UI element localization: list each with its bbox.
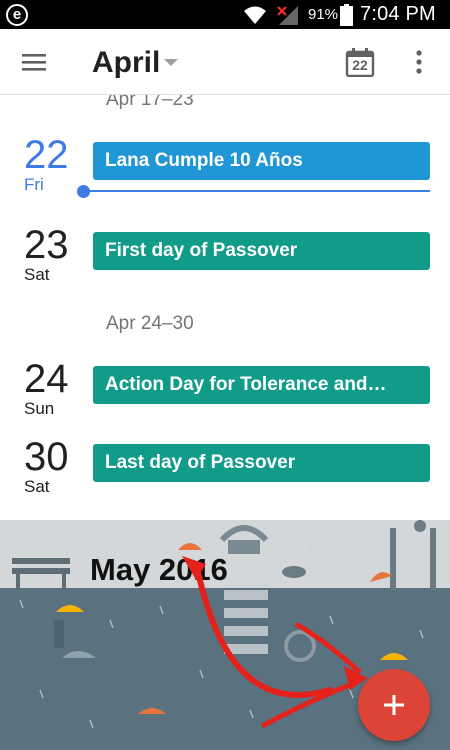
week-header: Apr 17–23 [106,95,194,110]
menu-icon[interactable] [22,53,48,73]
today-button[interactable]: 22 [345,47,375,78]
day-number[interactable]: 23 [24,225,69,265]
wifi-icon [244,6,266,24]
dropdown-caret-icon[interactable] [164,59,178,67]
today-date-number: 22 [352,57,368,73]
status-bar: e 91% 7:04 PM [0,0,450,29]
event-chip[interactable]: First day of Passover [93,232,430,270]
plus-icon [384,695,404,715]
schedule-list[interactable]: Apr 17–23 22 Fri Lana Cumple 10 Años 23 … [0,95,450,520]
event-chip[interactable]: Lana Cumple 10 Años [93,142,430,180]
clock: 7:04 PM [360,3,436,25]
week-header: Apr 24–30 [106,313,194,334]
event-chip[interactable]: Action Day for Tolerance and… [93,366,430,404]
current-time-dot [77,185,90,198]
current-time-line [84,190,430,192]
create-event-button[interactable] [358,669,430,741]
event-chip[interactable]: Last day of Passover [93,444,430,482]
battery-percentage: 91% [308,6,339,23]
day-number[interactable]: 30 [24,437,69,477]
battery-icon [340,4,353,26]
day-number[interactable]: 22 [24,135,69,175]
notification-app-icon: e [6,4,28,26]
day-name: Sat [24,477,50,496]
day-name: Sun [24,399,55,418]
month-banner-title: May 2016 [90,552,228,587]
day-name: Sat [24,265,50,284]
day-name: Fri [24,175,44,194]
app-bar: April 22 [0,29,450,95]
month-selector[interactable]: April [92,46,160,80]
day-number[interactable]: 24 [24,359,69,399]
overflow-menu-icon[interactable] [413,49,425,75]
signal-icon [277,6,298,25]
